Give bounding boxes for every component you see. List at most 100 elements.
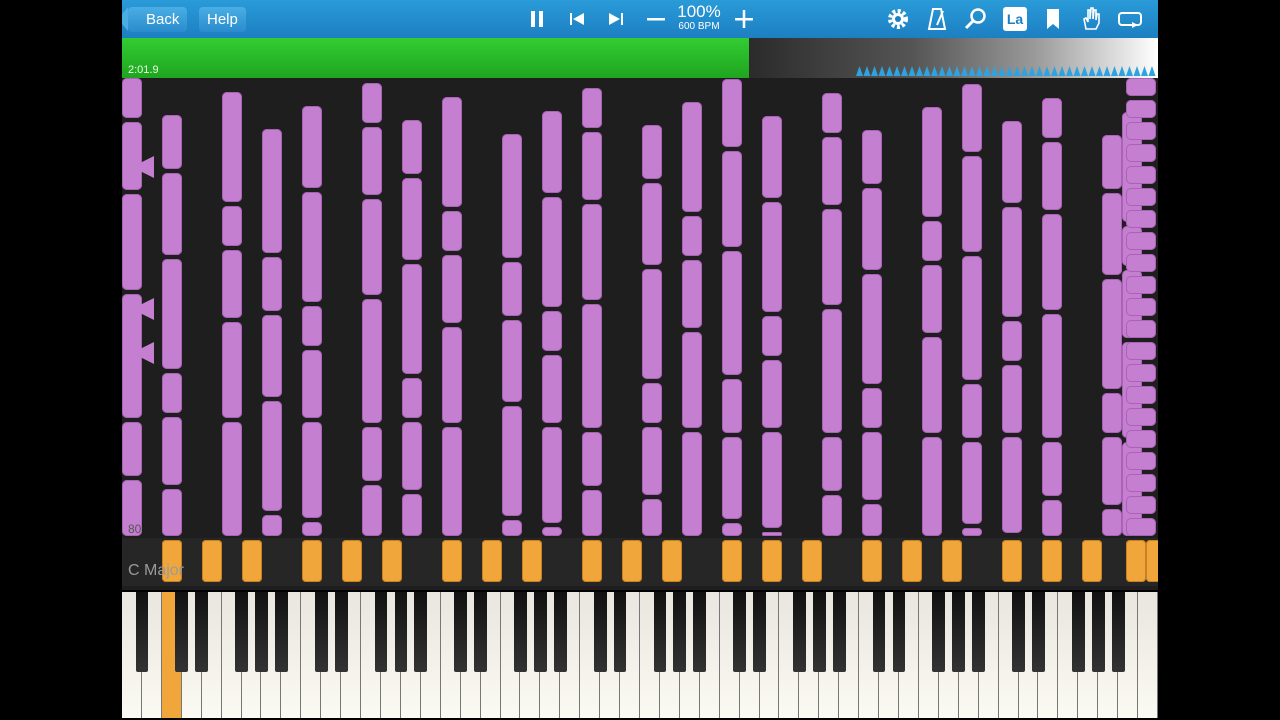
note-bar [442, 427, 462, 536]
density-marker [1066, 66, 1073, 76]
offscreen-note-arrow [132, 156, 154, 178]
note-bar [122, 194, 142, 290]
skip-back-icon[interactable] [563, 5, 591, 33]
note-bar [542, 355, 562, 423]
note-bar [542, 111, 562, 193]
minus-icon[interactable] [642, 5, 670, 33]
black-key[interactable] [653, 592, 667, 672]
bookmark-icon[interactable] [1039, 5, 1067, 33]
density-marker [938, 66, 946, 76]
white-key[interactable] [1138, 592, 1158, 718]
loop-icon[interactable] [1116, 5, 1144, 33]
note-bar [1002, 321, 1022, 361]
active-note [1082, 540, 1102, 582]
black-key[interactable] [195, 592, 209, 672]
active-note [862, 540, 882, 582]
black-key[interactable] [892, 592, 906, 672]
density-marker [1126, 66, 1133, 76]
black-key[interactable] [374, 592, 388, 672]
note-bar [1102, 135, 1122, 189]
note-bar [582, 432, 602, 486]
black-key[interactable] [812, 592, 826, 672]
skip-forward-icon[interactable] [602, 5, 630, 33]
note-bar [642, 183, 662, 265]
density-marker [983, 66, 991, 76]
tempo-bpm: 600 BPM [678, 21, 720, 32]
active-note [762, 540, 782, 582]
note-bar [402, 378, 422, 418]
black-key[interactable] [693, 592, 707, 672]
black-key[interactable] [972, 592, 986, 672]
density-marker [1058, 66, 1066, 76]
note-bar [922, 265, 942, 333]
help-button[interactable]: Help [199, 7, 246, 32]
note-bar [1126, 474, 1156, 492]
black-key[interactable] [135, 592, 149, 672]
black-key[interactable] [1032, 592, 1045, 672]
black-key[interactable] [1012, 592, 1025, 672]
black-key[interactable] [952, 592, 966, 672]
black-key[interactable] [1091, 592, 1105, 672]
density-marker [1133, 66, 1141, 76]
black-key[interactable] [793, 592, 806, 672]
black-key[interactable] [872, 592, 886, 672]
gear-icon[interactable] [884, 5, 912, 33]
pause-icon[interactable] [523, 5, 551, 33]
note-bar [822, 93, 842, 133]
black-key[interactable] [314, 592, 328, 672]
black-key[interactable] [613, 592, 627, 672]
note-bar [402, 494, 422, 536]
black-key[interactable] [514, 592, 527, 672]
note-bar [862, 188, 882, 270]
note-bar [402, 178, 422, 260]
density-marker [1043, 66, 1051, 76]
black-key[interactable] [832, 592, 846, 672]
black-key[interactable] [593, 592, 607, 672]
note-bar [1126, 144, 1156, 162]
black-key[interactable] [414, 592, 428, 672]
note-bar [162, 115, 182, 169]
metronome-icon[interactable] [923, 5, 951, 33]
note-bar [1102, 437, 1122, 505]
black-key[interactable] [553, 592, 567, 672]
note-bar [1126, 166, 1156, 184]
density-marker [901, 66, 908, 76]
note-bar [222, 322, 242, 418]
hand-icon[interactable] [1077, 5, 1105, 33]
black-key[interactable] [733, 592, 746, 672]
black-key[interactable] [474, 592, 487, 672]
elapsed-time: 2:01.9 [128, 64, 159, 76]
black-key[interactable] [175, 592, 189, 672]
black-key[interactable] [1071, 592, 1085, 672]
plus-icon[interactable] [730, 5, 758, 33]
black-key[interactable] [394, 592, 408, 672]
back-button[interactable]: Back [122, 7, 188, 32]
note-bar [302, 192, 322, 302]
black-key[interactable] [235, 592, 248, 672]
black-key[interactable] [454, 592, 468, 672]
active-note [1146, 540, 1158, 582]
black-key[interactable] [275, 592, 288, 672]
black-key[interactable] [1111, 592, 1125, 672]
song-progress-bar[interactable]: 2:01.9 [122, 38, 1158, 78]
note-bar [922, 337, 942, 433]
note-bar [682, 216, 702, 256]
black-key[interactable] [673, 592, 687, 672]
note-bar [862, 432, 882, 500]
black-key[interactable] [334, 592, 348, 672]
note-bar [1002, 121, 1022, 203]
density-marker [953, 66, 961, 76]
note-bar [502, 406, 522, 516]
black-key[interactable] [932, 592, 946, 672]
density-marker [1006, 66, 1013, 76]
note-bar [822, 209, 842, 305]
black-key[interactable] [753, 592, 766, 672]
note-bar [1002, 365, 1022, 433]
note-bar [962, 84, 982, 152]
piano-keyboard[interactable] [122, 590, 1158, 720]
search-icon[interactable] [962, 5, 990, 33]
black-key[interactable] [534, 592, 547, 672]
black-key[interactable] [255, 592, 268, 672]
note-bar [582, 88, 602, 128]
label-icon[interactable]: La [1001, 5, 1029, 33]
